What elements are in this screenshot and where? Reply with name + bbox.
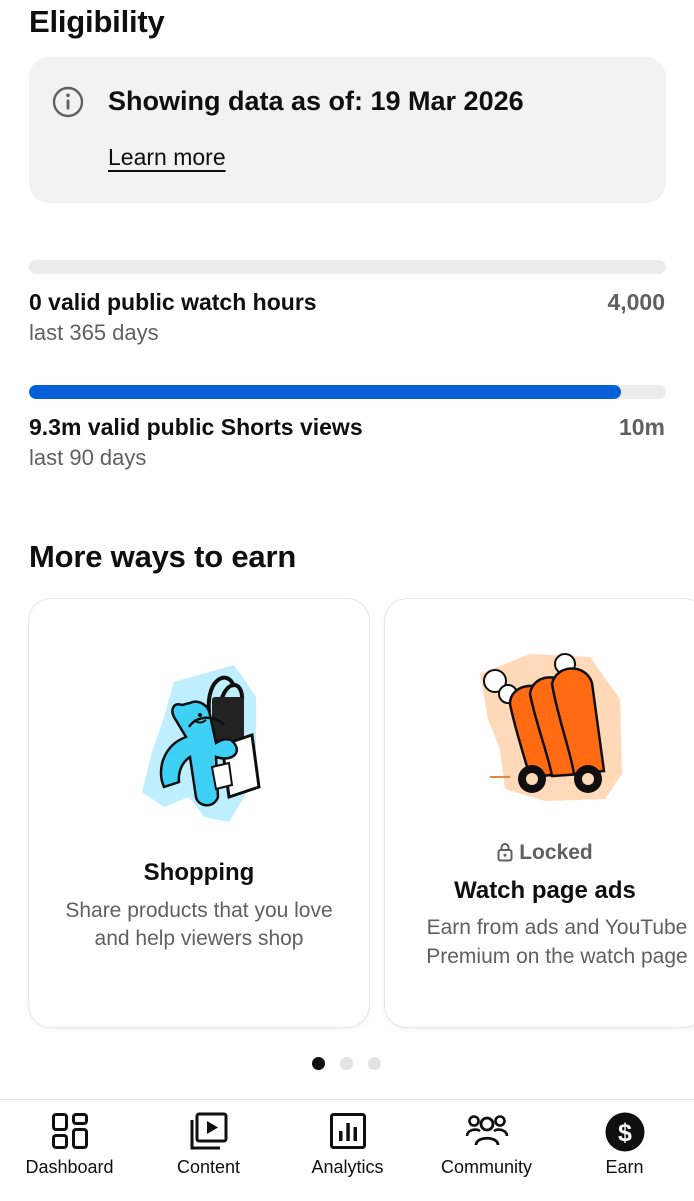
shorts-views-target: 10m xyxy=(618,414,665,440)
nav-earn-label: Earn xyxy=(605,1157,644,1177)
more-ways-title: More ways to earn xyxy=(29,539,297,574)
info-icon xyxy=(52,86,84,118)
data-as-of-text: Showing data as of: 19 Mar 2026 xyxy=(108,86,524,116)
shorts-views-progress-fill xyxy=(29,385,622,399)
bottom-navigation: Dashboard Content Analytics Community $ … xyxy=(0,1099,694,1201)
watch-hours-progress-bar xyxy=(29,260,666,274)
locked-label: Locked xyxy=(519,841,593,864)
watch-page-ads-description-line2: Premium on the watch page xyxy=(426,945,688,968)
svg-text:$: $ xyxy=(618,1119,632,1147)
nav-community-label: Community xyxy=(440,1157,533,1177)
nav-earn[interactable]: $ Earn xyxy=(555,1100,694,1200)
pagination-dot-3[interactable] xyxy=(368,1057,381,1070)
nav-dashboard-label: Dashboard xyxy=(25,1157,114,1177)
shorts-views-period: last 90 days xyxy=(29,445,147,470)
nav-dashboard[interactable]: Dashboard xyxy=(0,1100,139,1200)
shopping-card-description-line1: Share products that you love xyxy=(65,899,333,922)
watch-hours-target: 4,000 xyxy=(607,289,665,315)
data-info-card xyxy=(29,57,666,203)
shopping-illustration xyxy=(142,665,261,822)
ads-illustration xyxy=(480,653,622,801)
earn-icon: $ xyxy=(605,1112,644,1152)
pagination-dot-2[interactable] xyxy=(340,1057,353,1070)
locked-status: Locked xyxy=(385,841,694,865)
nav-content-label: Content xyxy=(176,1157,241,1177)
content-icon xyxy=(190,1112,227,1150)
pagination-dot-1[interactable] xyxy=(312,1057,325,1070)
nav-community[interactable]: Community xyxy=(417,1100,556,1200)
shopping-card-description-line2: and help viewers shop xyxy=(94,927,304,950)
learn-more-link[interactable]: Learn more xyxy=(108,144,226,171)
shorts-views-progress-bar xyxy=(29,385,666,399)
shopping-card-title: Shopping xyxy=(143,859,255,886)
watch-page-ads-card-title: Watch page ads xyxy=(454,877,636,904)
dashboard-icon xyxy=(51,1113,88,1149)
nav-analytics-label: Analytics xyxy=(311,1157,384,1177)
watch-hours-period: last 365 days xyxy=(29,320,159,345)
nav-content[interactable]: Content xyxy=(139,1100,278,1200)
watch-hours-label: 0 valid public watch hours xyxy=(29,289,317,315)
community-icon xyxy=(465,1115,508,1146)
watch-page-ads-description-line1: Earn from ads and YouTube xyxy=(426,916,688,939)
nav-analytics[interactable]: Analytics xyxy=(278,1100,417,1200)
shopping-card[interactable]: Shopping Share products that you love an… xyxy=(29,599,369,1027)
eligibility-title: Eligibility xyxy=(29,4,165,39)
shorts-views-label: 9.3m valid public Shorts views xyxy=(29,414,363,440)
analytics-icon xyxy=(329,1113,366,1149)
watch-page-ads-card[interactable]: Locked Watch page ads Earn from ads and … xyxy=(385,599,694,1027)
lock-icon xyxy=(497,843,513,862)
